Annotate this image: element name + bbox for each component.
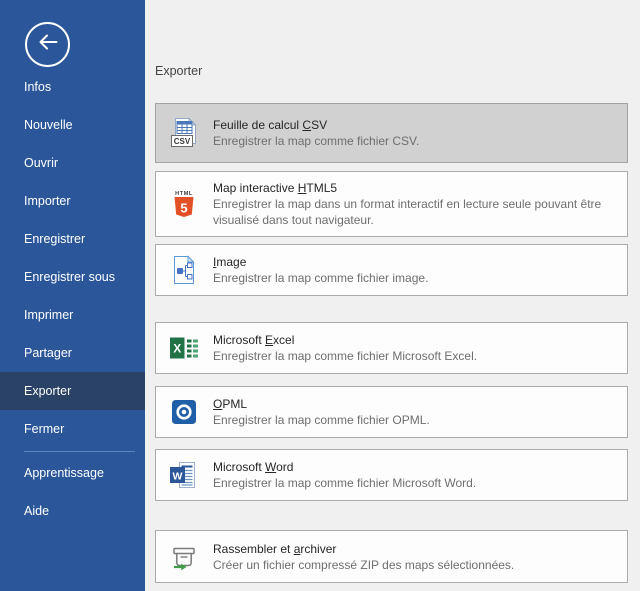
sidebar-item-importer[interactable]: Importer (0, 182, 145, 220)
svg-text:CSV: CSV (174, 137, 191, 146)
export-option-desc: Enregistrer la map comme fichier CSV. (213, 133, 419, 149)
csv-file-icon: CSV (168, 117, 200, 149)
html5-icon: HTML 5 (168, 188, 200, 220)
export-option-archive[interactable]: Rassembler et archiver Créer un fichier … (155, 530, 628, 583)
export-option-title: Feuille de calcul CSV (213, 117, 419, 133)
export-option-title: Microsoft Word (213, 459, 476, 475)
image-export-icon (168, 254, 200, 286)
archive-icon (168, 541, 200, 573)
export-option-csv[interactable]: CSV Feuille de calcul CSV Enregistrer la… (155, 103, 628, 163)
word-icon: W (168, 459, 200, 491)
svg-text:HTML: HTML (175, 191, 193, 197)
export-option-title: OPML (213, 396, 430, 412)
export-options-list: CSV Feuille de calcul CSV Enregistrer la… (155, 103, 640, 583)
sidebar-nav: Infos Nouvelle Ouvrir Importer Enregistr… (0, 68, 145, 530)
back-button[interactable] (25, 22, 70, 67)
svg-text:W: W (173, 471, 183, 483)
export-option-word[interactable]: W Microsoft Word Enregistrer la map comm… (155, 449, 628, 501)
sidebar-item-nouvelle[interactable]: Nouvelle (0, 106, 145, 144)
export-option-desc: Enregistrer la map dans un format intera… (213, 196, 617, 228)
export-option-html5[interactable]: HTML 5 Map interactive HTML5 Enregistrer… (155, 171, 628, 237)
back-arrow-icon (35, 29, 61, 60)
excel-icon: X (168, 332, 200, 364)
sidebar-item-enregistrer[interactable]: Enregistrer (0, 220, 145, 258)
export-option-title: Microsoft Excel (213, 332, 477, 348)
opml-icon (168, 396, 200, 428)
sidebar-item-apprentissage[interactable]: Apprentissage (0, 454, 145, 492)
sidebar-divider (24, 451, 135, 452)
export-panel: Exporter CSV Feuille de calcu (145, 0, 640, 591)
export-option-image[interactable]: Image Enregistrer la map comme fichier i… (155, 244, 628, 296)
page-title: Exporter (155, 64, 640, 79)
svg-text:5: 5 (180, 201, 187, 216)
sidebar-item-fermer[interactable]: Fermer (0, 410, 145, 448)
export-option-desc: Créer un fichier compressé ZIP des maps … (213, 557, 514, 573)
sidebar-item-exporter[interactable]: Exporter (0, 372, 145, 410)
export-option-desc: Enregistrer la map comme fichier Microso… (213, 475, 476, 491)
sidebar-item-aide[interactable]: Aide (0, 492, 145, 530)
export-option-opml[interactable]: OPML Enregistrer la map comme fichier OP… (155, 386, 628, 438)
backstage-sidebar: Infos Nouvelle Ouvrir Importer Enregistr… (0, 0, 145, 591)
sidebar-item-infos[interactable]: Infos (0, 68, 145, 106)
export-option-desc: Enregistrer la map comme fichier OPML. (213, 412, 430, 428)
export-option-desc: Enregistrer la map comme fichier Microso… (213, 348, 477, 364)
export-option-excel[interactable]: X Microsoft Excel Enregistrer la map com… (155, 322, 628, 374)
export-option-title: Image (213, 254, 428, 270)
sidebar-item-partager[interactable]: Partager (0, 334, 145, 372)
export-option-title: Rassembler et archiver (213, 541, 514, 557)
export-option-title: Map interactive HTML5 (213, 180, 617, 196)
sidebar-item-imprimer[interactable]: Imprimer (0, 296, 145, 334)
export-option-desc: Enregistrer la map comme fichier image. (213, 270, 428, 286)
svg-text:X: X (173, 342, 181, 356)
sidebar-item-ouvrir[interactable]: Ouvrir (0, 144, 145, 182)
sidebar-item-enregistrer-sous[interactable]: Enregistrer sous (0, 258, 145, 296)
